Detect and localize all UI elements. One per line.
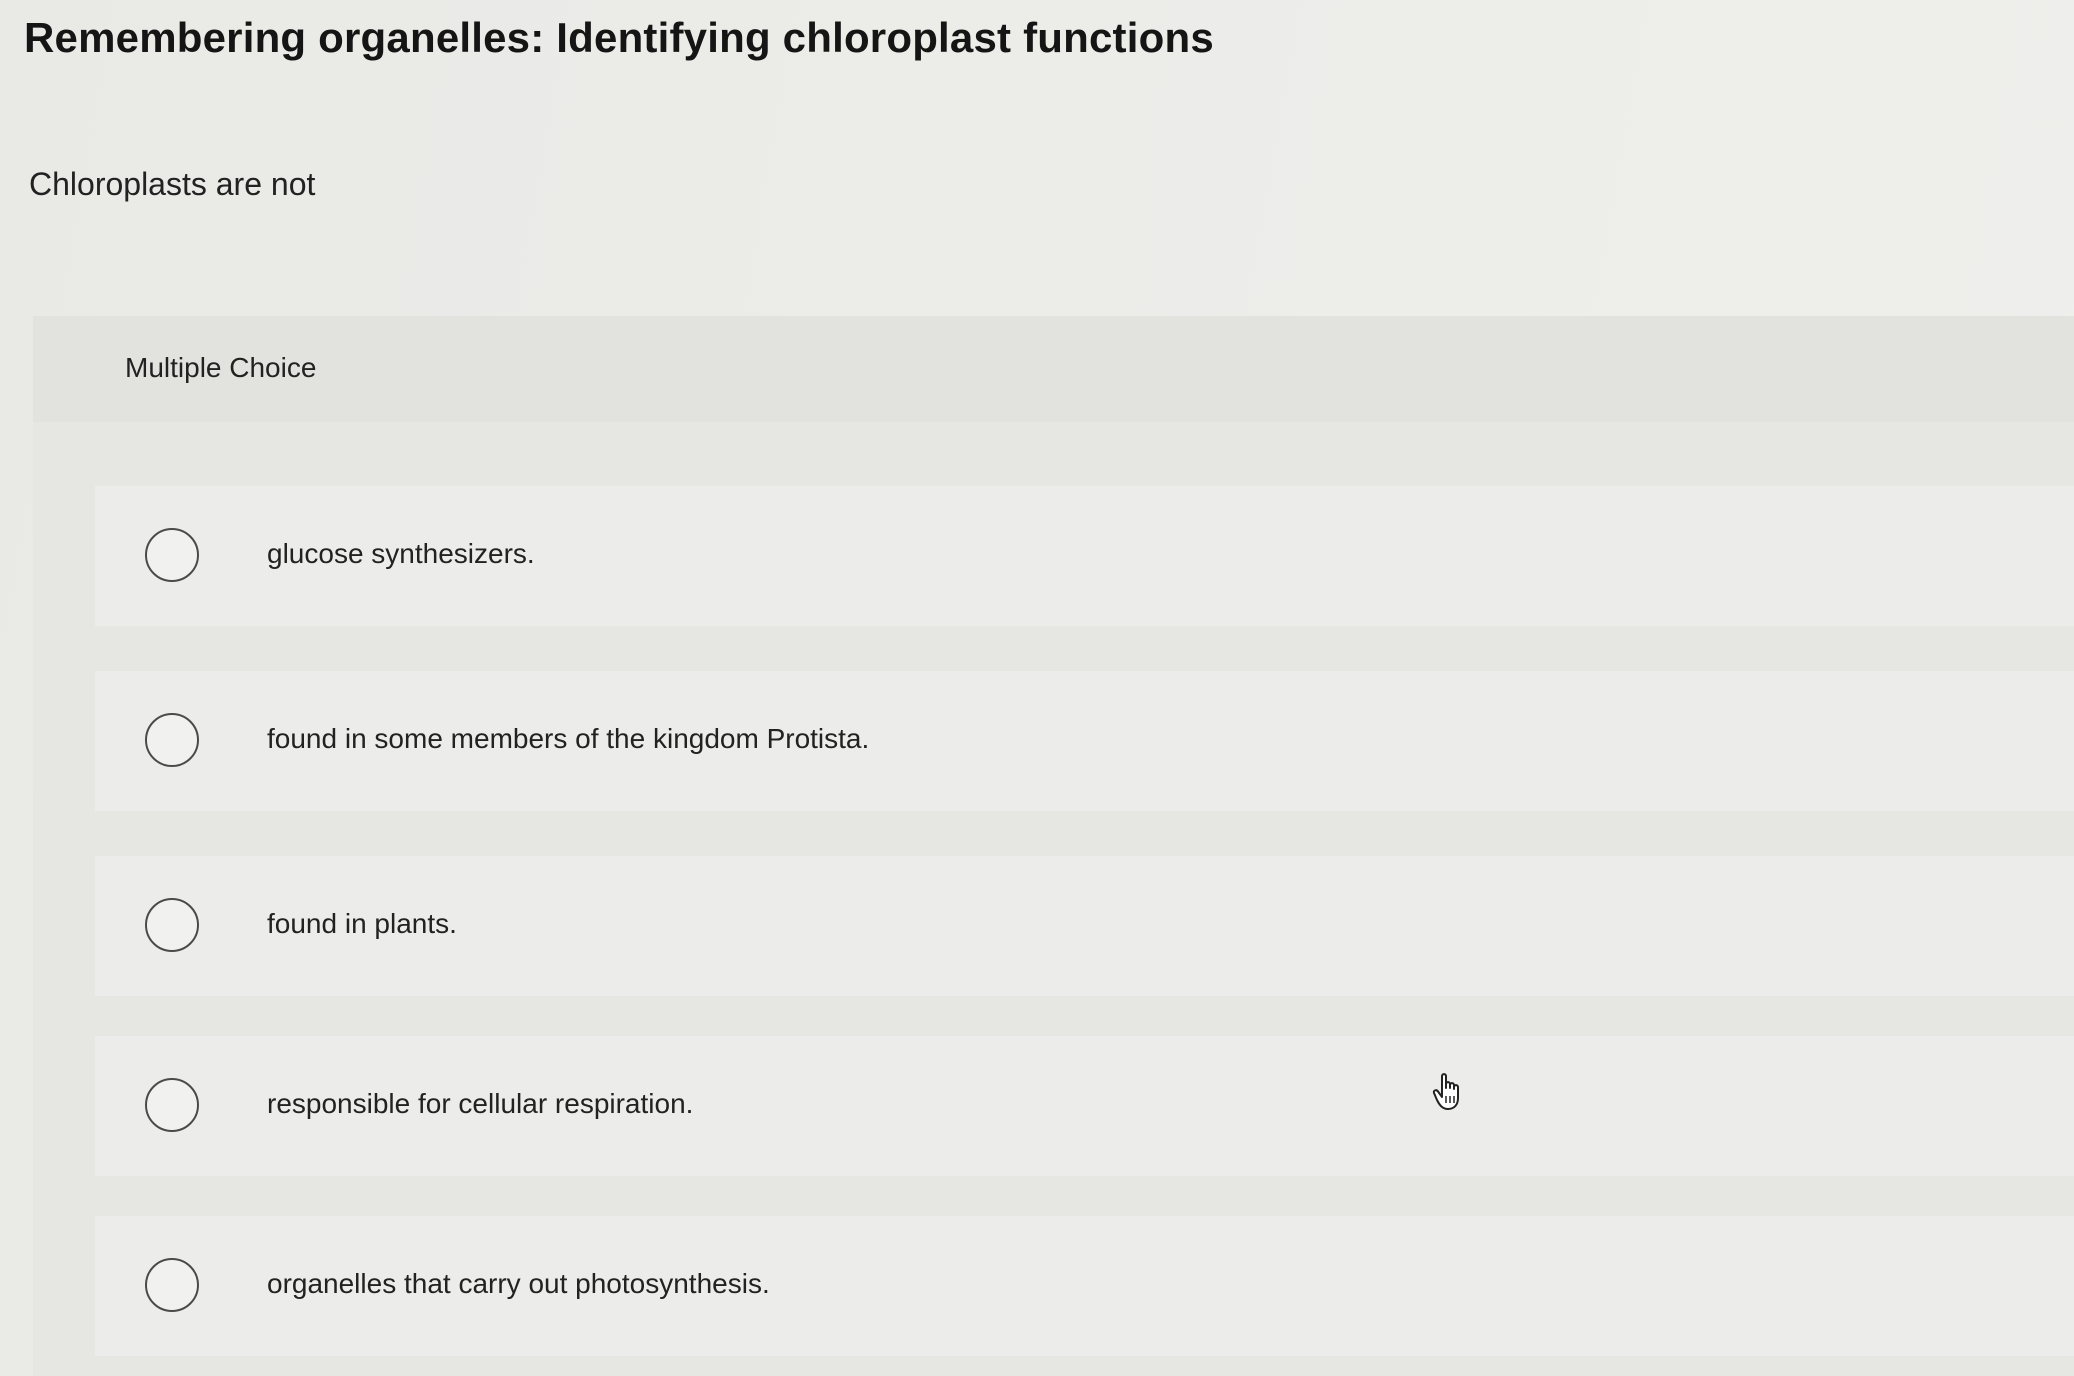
question-type-label: Multiple Choice: [125, 352, 317, 383]
answer-option[interactable]: glucose synthesizers.: [95, 486, 2074, 626]
page-title: Remembering organelles: Identifying chlo…: [24, 14, 1214, 61]
answer-option-label[interactable]: found in some members of the kingdom Pro…: [267, 723, 869, 755]
answer-option[interactable]: found in some members of the kingdom Pro…: [95, 671, 2074, 811]
question-prompt: Chloroplasts are not: [29, 166, 316, 202]
pointer-hand-icon: [1432, 1072, 1466, 1112]
radio-button[interactable]: [145, 713, 199, 767]
answer-option-label[interactable]: found in plants.: [267, 908, 457, 940]
answer-option-label[interactable]: glucose synthesizers.: [267, 538, 535, 570]
radio-button[interactable]: [145, 1078, 199, 1132]
panel-header: Multiple Choice: [33, 316, 2074, 422]
answer-option[interactable]: found in plants.: [95, 856, 2074, 996]
answer-option[interactable]: responsible for cellular respiration.: [95, 1036, 2074, 1176]
radio-button[interactable]: [145, 898, 199, 952]
answer-option-label[interactable]: organelles that carry out photosynthesis…: [267, 1268, 770, 1300]
answer-option[interactable]: organelles that carry out photosynthesis…: [95, 1216, 2074, 1356]
radio-button[interactable]: [145, 1258, 199, 1312]
answer-option-label[interactable]: responsible for cellular respiration.: [267, 1088, 693, 1120]
multiple-choice-panel: Multiple Choice glucose synthesizers. fo…: [33, 316, 2074, 1376]
radio-button[interactable]: [145, 528, 199, 582]
